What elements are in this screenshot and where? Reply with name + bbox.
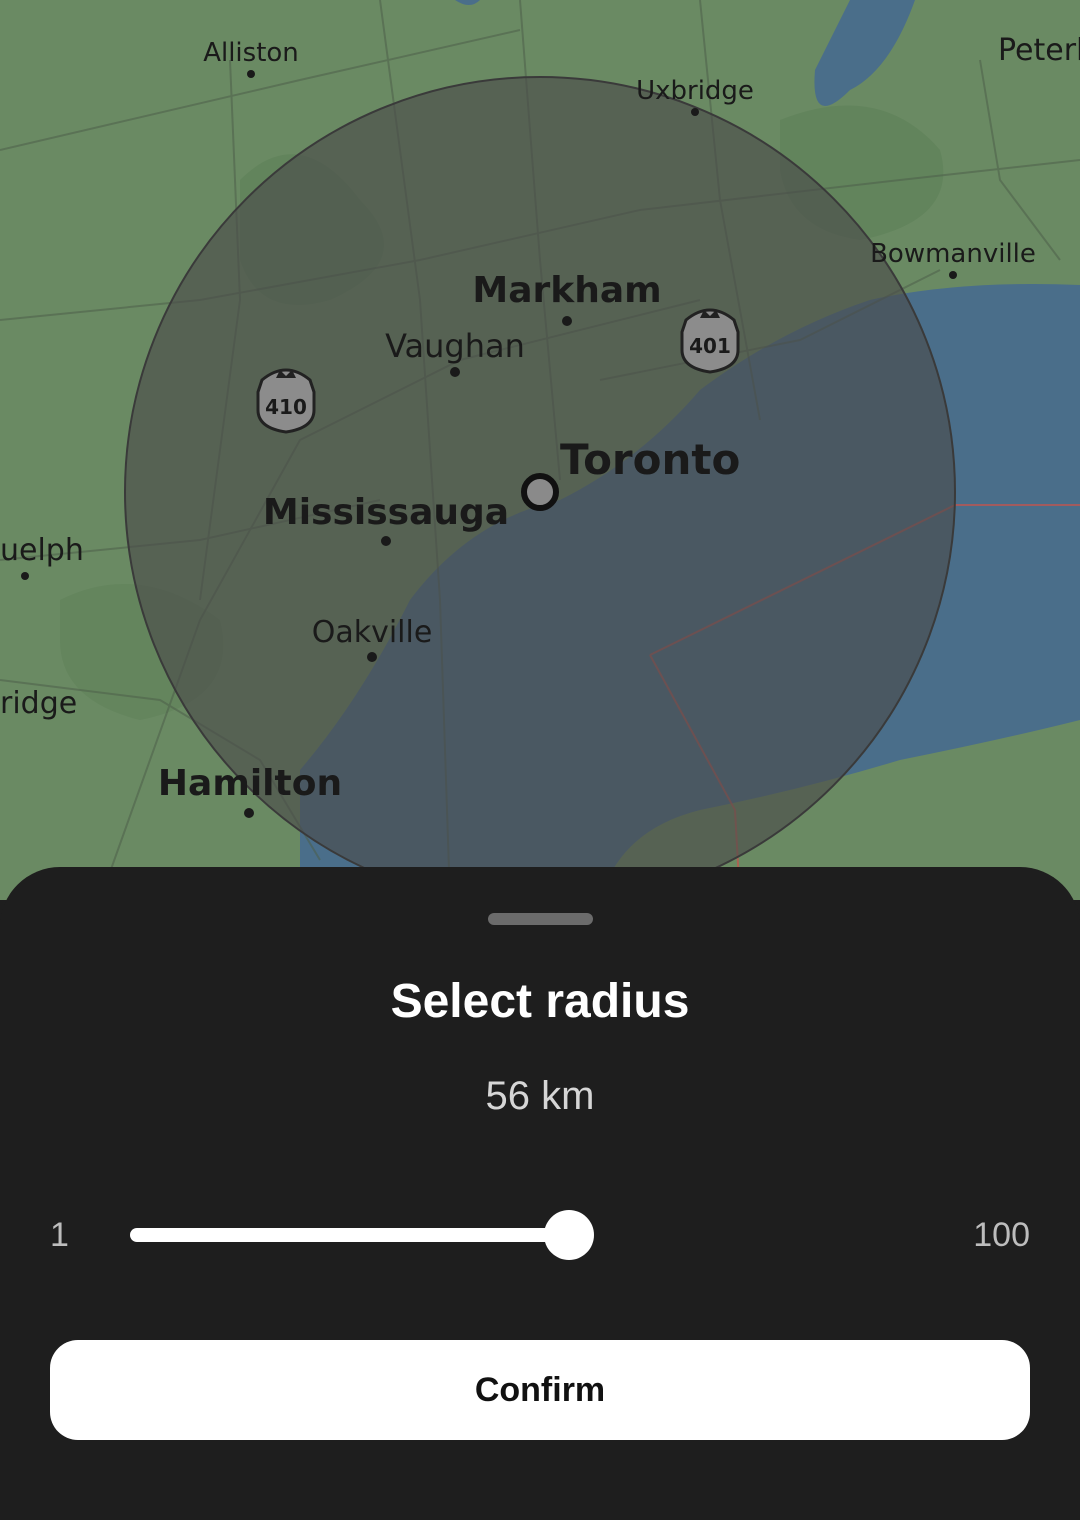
highway-shield-icon: 401 [680,308,740,374]
town-dot [367,652,377,662]
label-mississauga: Mississauga [263,492,509,533]
radius-value: 56 km [485,1074,595,1118]
label-guelph: uelph [0,533,84,568]
radius-slider[interactable] [130,1210,920,1260]
map-canvas[interactable]: Alliston Uxbridge Peterl Bowmanville Mar… [0,0,1080,900]
slider-max-label: 100 [973,1216,1030,1254]
confirm-button[interactable]: Confirm [50,1340,1030,1440]
slider-min-label: 1 [50,1216,69,1254]
label-vaughan: Vaughan [385,327,525,365]
label-markham: Markham [472,270,661,311]
label-bowmanville: Bowmanville [870,239,1036,269]
label-alliston: Alliston [203,38,299,68]
town-dot [949,271,957,279]
town-dot [244,808,254,818]
town-dot [450,367,460,377]
label-ridge: ridge [0,686,77,721]
town-dot [381,536,391,546]
bottom-sheet: Select radius 56 km 1 100 Confirm [0,867,1080,1520]
town-dot [247,70,255,78]
map-view[interactable]: Alliston Uxbridge Peterl Bowmanville Mar… [0,0,1080,900]
label-hamilton: Hamilton [158,763,342,804]
town-dot [691,108,699,116]
drag-handle[interactable] [488,913,593,925]
label-peter: Peterl [998,33,1080,68]
sheet-title: Select radius [390,975,690,1028]
slider-fill [130,1228,569,1242]
town-dot [21,572,29,580]
route-401-label: 401 [689,334,731,358]
slider-track[interactable] [130,1228,920,1242]
slider-thumb[interactable] [543,1210,594,1260]
label-oakville: Oakville [312,615,433,650]
town-dot [562,316,572,326]
label-uxbridge: Uxbridge [636,76,754,106]
route-410-label: 410 [265,395,307,419]
highway-shield-icon: 410 [256,368,316,434]
label-toronto: Toronto [560,435,740,484]
location-ring-icon[interactable] [521,473,559,511]
